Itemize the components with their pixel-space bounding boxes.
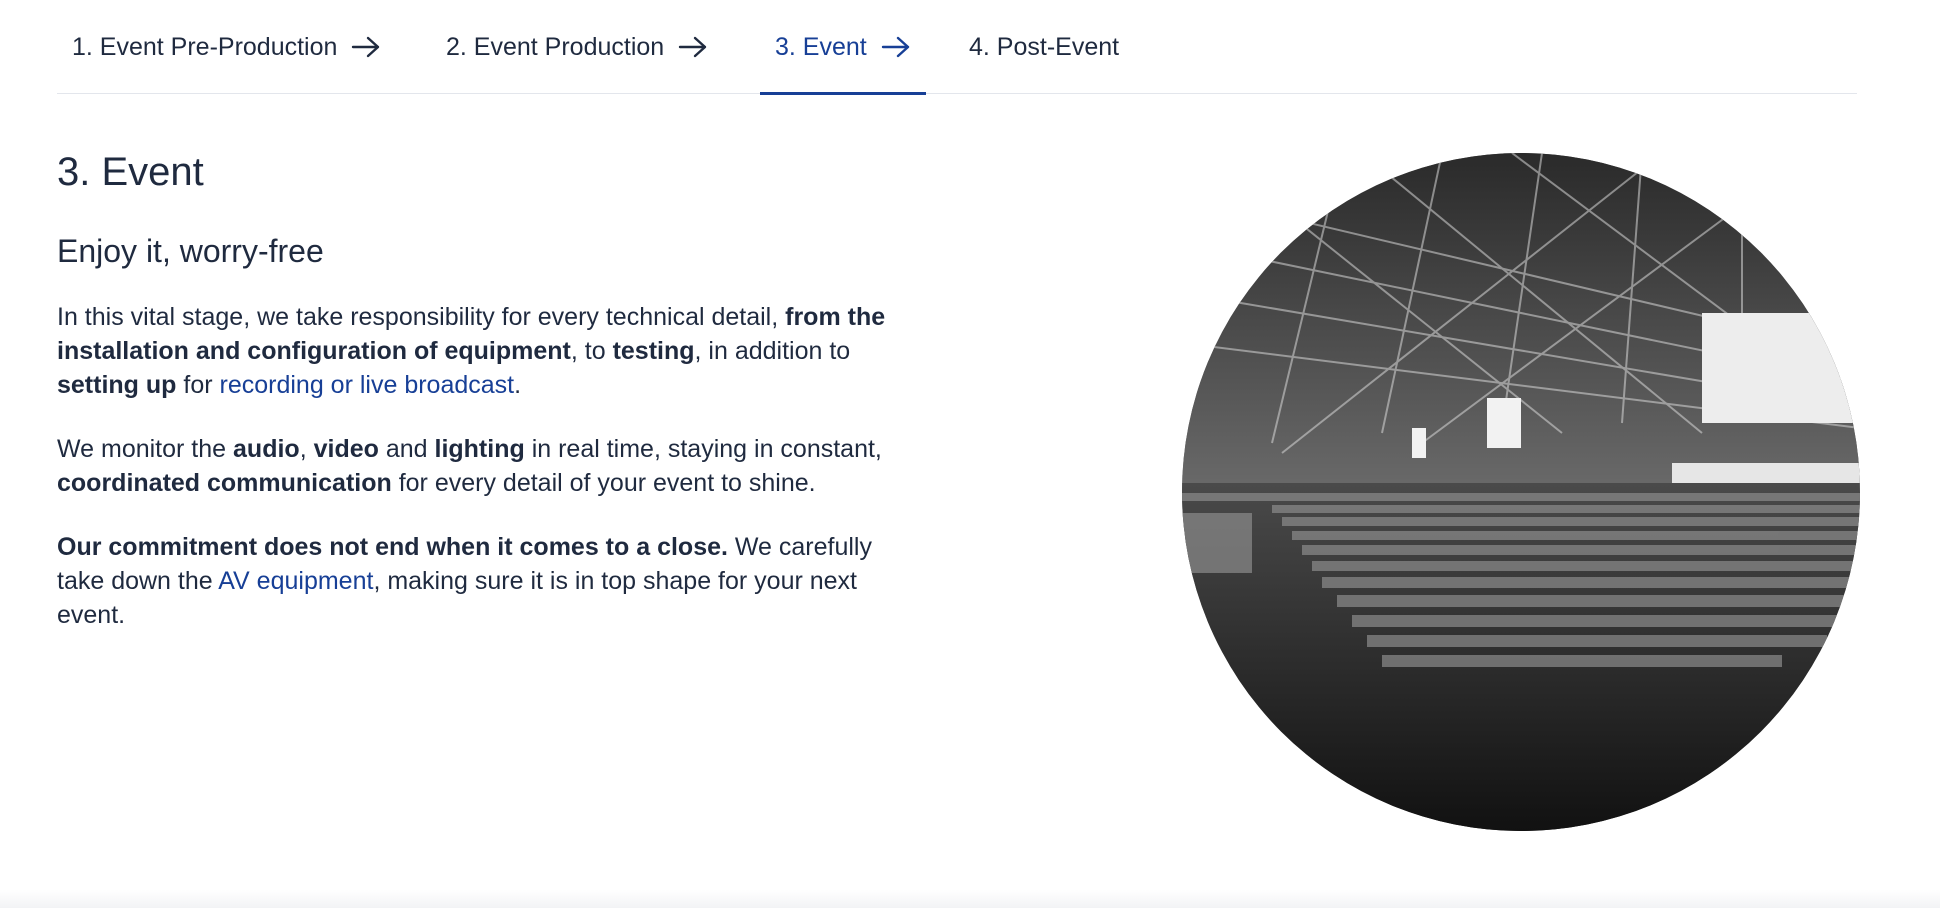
paragraph-commitment: Our commitment does not end when it come… <box>57 530 917 632</box>
text: and <box>378 435 435 463</box>
paragraph-monitoring: We monitor the audio, video and lighting… <box>57 432 917 500</box>
tab-label: 4. Post-Event <box>969 32 1120 61</box>
tab-event[interactable]: 3. Event <box>760 0 926 95</box>
text: for <box>176 371 220 399</box>
paragraph-technical-detail: In this vital stage, we take responsibil… <box>57 300 917 402</box>
event-stage-tabs: 1. Event Pre-Production 2. Event Product… <box>57 0 1857 95</box>
bold-text: coordinated communication <box>57 469 392 497</box>
section-subtitle: Enjoy it, worry-free <box>57 233 324 269</box>
bold-text: audio <box>233 435 300 463</box>
text: for every detail of your event to shine. <box>391 469 816 497</box>
tab-event-pre-production[interactable]: 1. Event Pre-Production <box>57 0 396 94</box>
text: in real time, staying in constant, <box>524 435 882 463</box>
conference-hall-illustration <box>1182 153 1860 831</box>
arrow-right-icon <box>881 36 909 58</box>
text: , in addition to <box>694 337 851 365</box>
bold-text: setting up <box>57 371 177 399</box>
page-bottom-shade <box>0 890 1940 908</box>
text: We monitor the <box>57 435 234 463</box>
text: In this vital stage, we take responsibil… <box>57 303 786 331</box>
recording-broadcast-link[interactable]: recording or live broadcast <box>220 371 515 399</box>
event-section: 3. Event Enjoy it, worry-free In this vi… <box>57 150 917 662</box>
text: , to <box>570 337 613 365</box>
bold-text: Our commitment does not end when it come… <box>57 533 728 561</box>
tab-label: 1. Event Pre-Production <box>72 32 338 61</box>
section-title: 3. Event <box>57 150 204 194</box>
bold-text: testing <box>612 337 695 365</box>
bold-text: video <box>313 435 379 463</box>
tab-post-event[interactable]: 4. Post-Event <box>954 0 1134 94</box>
event-hall-photo <box>1182 153 1860 831</box>
tab-label: 2. Event Production <box>446 32 665 61</box>
av-equipment-link[interactable]: AV equipment <box>218 567 373 595</box>
text: , <box>299 435 314 463</box>
arrow-right-icon <box>352 36 380 58</box>
arrow-right-icon <box>679 36 707 58</box>
bold-text: lighting <box>434 435 525 463</box>
text: . <box>514 371 522 399</box>
tab-label: 3. Event <box>775 32 867 61</box>
tab-event-production[interactable]: 2. Event Production <box>431 0 723 94</box>
